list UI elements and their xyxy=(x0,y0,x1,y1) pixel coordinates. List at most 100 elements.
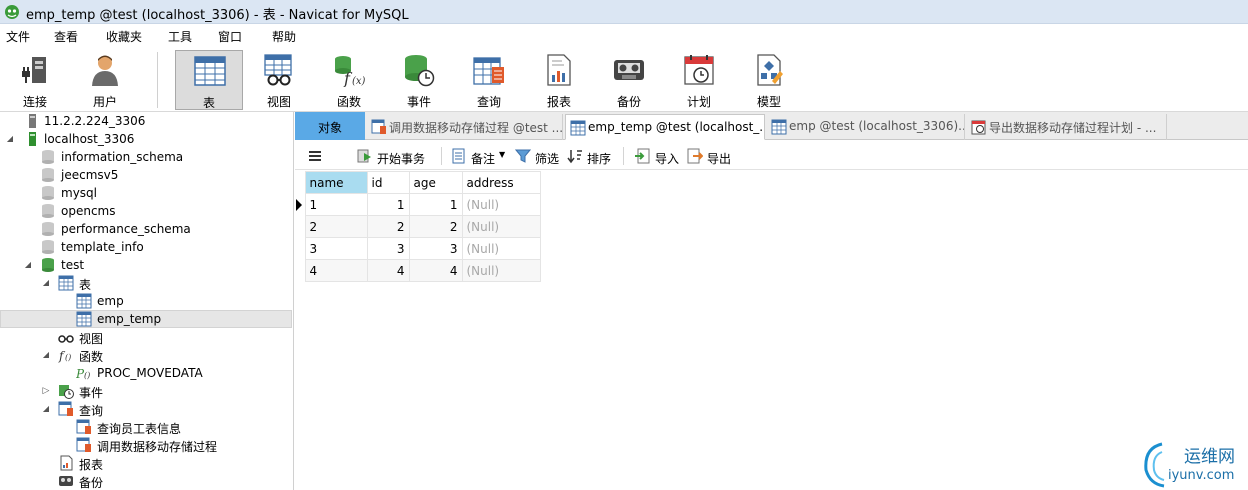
cell-age[interactable]: 1 xyxy=(408,193,463,216)
table-icon xyxy=(76,311,92,327)
function-button[interactable]: f (x) 函数 xyxy=(315,50,383,110)
begin-transaction-button[interactable]: 开始事务 xyxy=(357,148,433,166)
column-header-address[interactable]: address xyxy=(461,171,541,194)
tree-node-query[interactable]: 查询员工表信息 xyxy=(0,418,290,436)
menu-window[interactable]: 窗口 xyxy=(218,28,242,45)
cell-age[interactable]: 3 xyxy=(408,237,463,260)
tab-emp[interactable]: emp @test (localhost_3306)... xyxy=(767,114,965,140)
database-icon xyxy=(42,240,54,254)
table-row[interactable]: 1 1 1 (Null) xyxy=(295,193,541,216)
view-icon xyxy=(264,54,292,86)
tree-node-database[interactable]: mysql xyxy=(0,184,290,202)
model-button[interactable]: 模型 xyxy=(735,50,803,110)
cell-id[interactable]: 1 xyxy=(366,193,410,216)
column-header-name[interactable]: name xyxy=(304,171,368,194)
cell-id[interactable]: 3 xyxy=(366,237,410,260)
tab-bar: 对象 调用数据移动存储过程 @test ... emp_temp @test (… xyxy=(295,112,1248,140)
tab-export-schedule[interactable]: 导出数据移动存储过程计划 - ... xyxy=(967,114,1167,140)
collapse-arrow-icon[interactable]: ◢ xyxy=(22,256,34,274)
tree-node-backups[interactable]: 备份 xyxy=(0,472,290,490)
tree-node-events[interactable]: ▷ 事件 xyxy=(0,382,290,400)
menu-tools[interactable]: 工具 xyxy=(168,28,192,45)
import-button[interactable]: 导入 xyxy=(635,148,683,166)
collapse-arrow-icon[interactable]: ◢ xyxy=(40,346,52,364)
cell-address[interactable]: (Null) xyxy=(461,237,541,260)
tree-node-database[interactable]: ◢ test xyxy=(0,256,290,274)
tree-node-label: 函数 xyxy=(79,350,104,364)
tab-objects[interactable]: 对象 xyxy=(295,112,365,140)
data-grid[interactable]: name id age address 1 1 1 (Null) 2 2 2 (… xyxy=(295,171,541,282)
memo-button[interactable]: 备注 ▼ xyxy=(451,148,506,166)
tree-node-database[interactable]: performance_schema xyxy=(0,220,290,238)
connection-button[interactable]: 连接 xyxy=(1,50,69,110)
navigation-pane[interactable]: 11.2.2.224_3306 ◢ localhost_3306 informa… xyxy=(0,112,294,490)
tree-node-connection[interactable]: 11.2.2.224_3306 xyxy=(0,112,290,130)
row-indicator xyxy=(295,238,305,260)
collapse-arrow-icon[interactable]: ◢ xyxy=(40,400,52,418)
backup-button[interactable]: 备份 xyxy=(595,50,663,110)
cell-id[interactable]: 4 xyxy=(366,259,410,282)
tree-node-database[interactable]: information_schema xyxy=(0,148,290,166)
tree-node-functions[interactable]: ◢ f() 函数 xyxy=(0,346,290,364)
report-label: 报表 xyxy=(546,95,571,109)
collapse-arrow-icon[interactable]: ◢ xyxy=(40,274,52,292)
filter-button[interactable]: 筛选 xyxy=(515,148,563,166)
view-button[interactable]: 视图 xyxy=(245,50,313,110)
menu-file[interactable]: 文件 xyxy=(6,28,30,45)
column-header-age[interactable]: age xyxy=(408,171,463,194)
tree-node-procedure[interactable]: P() PROC_MOVEDATA xyxy=(0,364,290,382)
begin-transaction-label: 开始事务 xyxy=(377,152,426,166)
hamburger-icon xyxy=(309,151,321,161)
query-icon xyxy=(58,401,73,416)
tab-label: 调用数据移动存储过程 @test ... xyxy=(389,121,563,135)
tree-node-database[interactable]: template_info xyxy=(0,238,290,256)
collapse-arrow-icon[interactable]: ◢ xyxy=(4,130,16,148)
sort-button[interactable]: 排序 xyxy=(567,148,615,166)
cell-name[interactable]: 1 xyxy=(304,193,368,216)
table-row[interactable]: 4 4 4 (Null) xyxy=(295,259,541,282)
cell-address[interactable]: (Null) xyxy=(461,215,541,238)
connection-icon xyxy=(29,114,36,128)
query-button[interactable]: 查询 xyxy=(455,50,523,110)
main-toolbar: 连接 用户 表 视图 f (x) 函数 事件 查询 报表 备份 计划 模型 xyxy=(0,46,1248,112)
begin-transaction-icon xyxy=(357,149,371,163)
tree-node-tables[interactable]: ◢ 表 xyxy=(0,274,290,292)
tab-query-call-procedure[interactable]: 调用数据移动存储过程 @test ... xyxy=(367,114,563,140)
tree-node-connection[interactable]: ◢ localhost_3306 xyxy=(0,130,290,148)
cell-address[interactable]: (Null) xyxy=(461,193,541,216)
event-button[interactable]: 事件 xyxy=(385,50,453,110)
menu-help[interactable]: 帮助 xyxy=(272,28,296,45)
tab-emp-temp[interactable]: emp_temp @test (localhost_... xyxy=(565,114,765,140)
table-icon xyxy=(194,56,226,86)
tree-node-database[interactable]: jeecmsv5 xyxy=(0,166,290,184)
menu-view[interactable]: 查看 xyxy=(54,28,78,45)
cell-age[interactable]: 4 xyxy=(408,259,463,282)
column-header-id[interactable]: id xyxy=(366,171,410,194)
tree-node-reports[interactable]: 报表 xyxy=(0,454,290,472)
tree-node-queries[interactable]: ◢ 查询 xyxy=(0,400,290,418)
cell-name[interactable]: 4 xyxy=(304,259,368,282)
table-row[interactable]: 3 3 3 (Null) xyxy=(295,237,541,260)
export-button[interactable]: 导出 xyxy=(687,148,735,166)
connection-label: 连接 xyxy=(22,95,47,109)
expand-arrow-icon[interactable]: ▷ xyxy=(40,382,52,400)
menu-favorites[interactable]: 收藏夹 xyxy=(106,28,142,45)
cell-id[interactable]: 2 xyxy=(366,215,410,238)
tree-node-views[interactable]: 视图 xyxy=(0,328,290,346)
cell-address[interactable]: (Null) xyxy=(461,259,541,282)
cell-name[interactable]: 3 xyxy=(304,237,368,260)
user-icon xyxy=(92,55,118,86)
schedule-button[interactable]: 计划 xyxy=(665,50,733,110)
menu-button[interactable] xyxy=(307,148,325,166)
cell-name[interactable]: 2 xyxy=(304,215,368,238)
report-button[interactable]: 报表 xyxy=(525,50,593,110)
table-button[interactable]: 表 xyxy=(175,50,243,110)
cell-age[interactable]: 2 xyxy=(408,215,463,238)
user-button[interactable]: 用户 xyxy=(71,50,139,110)
dropdown-arrow-icon: ▼ xyxy=(499,150,506,159)
table-row[interactable]: 2 2 2 (Null) xyxy=(295,215,541,238)
tree-node-table-selected[interactable]: emp_temp xyxy=(0,310,292,328)
tree-node-table[interactable]: emp xyxy=(0,292,290,310)
tree-node-query[interactable]: 调用数据移动存储过程 xyxy=(0,436,290,454)
tree-node-database[interactable]: opencms xyxy=(0,202,290,220)
